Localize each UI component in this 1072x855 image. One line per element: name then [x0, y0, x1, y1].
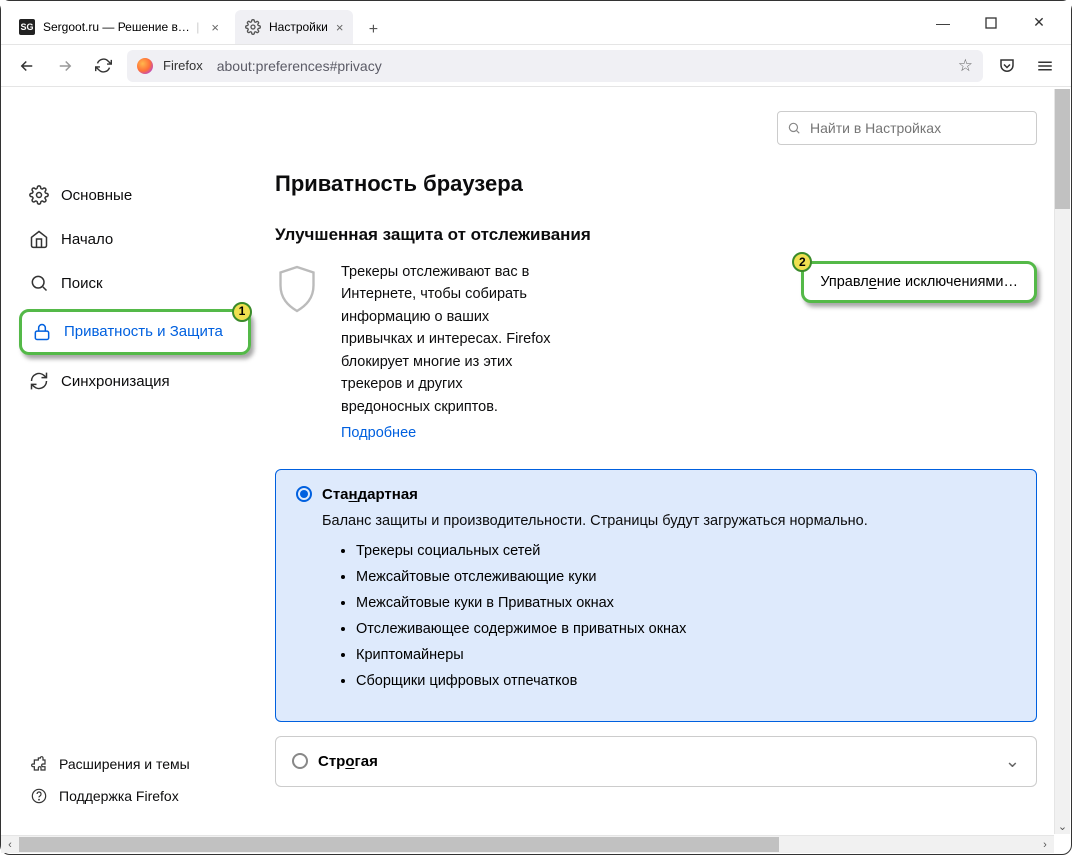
radio-standard[interactable] — [296, 486, 312, 502]
sidebar-item-search[interactable]: Поиск — [19, 265, 251, 301]
sidebar-footer: Расширения и темы Поддержка Firefox — [19, 748, 251, 836]
manage-exceptions-button[interactable]: 2 Управление исключениями… — [801, 261, 1037, 303]
shield-icon — [275, 261, 323, 315]
annotation-badge-2: 2 — [792, 252, 812, 272]
search-icon — [29, 273, 49, 293]
option-title: Стандартная — [322, 486, 418, 503]
chevron-down-icon[interactable]: ⌄ — [1005, 751, 1020, 772]
bookmark-star-icon[interactable]: ☆ — [958, 56, 973, 76]
vscroll-thumb[interactable] — [1055, 89, 1070, 209]
tracking-row: Трекеры отслеживают вас в Интернете, что… — [275, 261, 1037, 445]
tracking-more-link[interactable]: Подробнее — [341, 422, 416, 444]
new-tab-button[interactable]: + — [359, 16, 387, 44]
tab-label: Sergoot.ru — Решение ваших — [43, 20, 192, 34]
maximize-button[interactable] — [981, 13, 1001, 33]
sidebar-item-label: Поиск — [61, 275, 103, 292]
radio-strict[interactable] — [292, 753, 308, 769]
list-item: Отслеживающее содержимое в приватных окн… — [356, 621, 1016, 637]
protection-standard-option[interactable]: Стандартная Баланс защиты и производител… — [275, 469, 1037, 722]
scroll-left-arrow[interactable]: ‹ — [1, 836, 19, 853]
tabs-row: SG Sergoot.ru — Решение ваших | × Настро… — [9, 1, 933, 44]
reload-button[interactable] — [89, 52, 117, 80]
sidebar-item-label: Приватность и Защита — [64, 322, 223, 342]
app-menu-button[interactable] — [1031, 52, 1059, 80]
back-button[interactable] — [13, 52, 41, 80]
tab-close-icon[interactable]: × — [211, 20, 219, 35]
settings-sidebar: Основные Начало Поиск Приватность и Защи… — [1, 87, 251, 836]
annotation-badge-1: 1 — [232, 302, 252, 322]
window-title-bar: SG Sergoot.ru — Решение ваших | × Настро… — [1, 1, 1071, 45]
pocket-icon[interactable] — [993, 52, 1021, 80]
home-icon — [29, 229, 49, 249]
url-text: about:preferences#privacy — [217, 58, 382, 74]
tab-divider: | — [196, 20, 199, 34]
sync-icon — [29, 371, 49, 391]
sidebar-footer-label: Расширения и темы — [59, 756, 190, 772]
favicon-sergoot: SG — [19, 19, 35, 35]
settings-search-input[interactable] — [777, 111, 1037, 145]
horizontal-scrollbar[interactable]: ‹ › — [1, 835, 1054, 853]
settings-main: Приватность браузера Улучшенная защита о… — [251, 87, 1071, 836]
scroll-right-arrow[interactable]: › — [1036, 836, 1054, 853]
option-title: Строгая — [318, 753, 378, 770]
browser-tab-sergoot[interactable]: SG Sergoot.ru — Решение ваших | × — [9, 10, 229, 44]
firefox-icon — [137, 58, 153, 74]
sidebar-item-sync[interactable]: Синхронизация — [19, 363, 251, 399]
list-item: Трекеры социальных сетей — [356, 543, 1016, 559]
hscroll-thumb[interactable] — [19, 837, 779, 852]
standard-features-list: Трекеры социальных сетей Межсайтовые отс… — [356, 543, 1016, 689]
sidebar-item-label: Основные — [61, 187, 132, 204]
url-bar[interactable]: Firefox about:preferences#privacy ☆ — [127, 50, 983, 82]
identity-label: Firefox — [163, 58, 203, 73]
sidebar-item-label: Начало — [61, 231, 113, 248]
tab-label: Настройки — [269, 20, 328, 34]
sidebar-item-privacy[interactable]: Приватность и Защита 1 — [19, 309, 251, 355]
window-controls: — ✕ — [933, 13, 1063, 33]
puzzle-icon — [29, 754, 49, 774]
content-area: Основные Начало Поиск Приватность и Защи… — [1, 87, 1071, 836]
tab-close-icon[interactable]: × — [336, 20, 344, 35]
help-icon — [29, 786, 49, 806]
tracking-heading: Улучшенная защита от отслеживания — [275, 225, 1037, 245]
list-item: Сборщики цифровых отпечатков — [356, 673, 1016, 689]
gear-icon — [29, 185, 49, 205]
sidebar-support-link[interactable]: Поддержка Firefox — [19, 780, 251, 812]
gear-icon — [245, 19, 261, 35]
list-item: Криптомайнеры — [356, 647, 1016, 663]
list-item: Межсайтовые куки в Приватных окнах — [356, 595, 1016, 611]
sidebar-extensions-link[interactable]: Расширения и темы — [19, 748, 251, 780]
scroll-down-arrow[interactable]: ⌄ — [1055, 818, 1070, 834]
list-item: Межсайтовые отслеживающие куки — [356, 569, 1016, 585]
search-wrap — [275, 111, 1037, 145]
sidebar-footer-label: Поддержка Firefox — [59, 788, 179, 804]
tracking-description: Трекеры отслеживают вас в Интернете, что… — [341, 261, 553, 445]
sidebar-item-home[interactable]: Начало — [19, 221, 251, 257]
option-description: Баланс защиты и производительности. Стра… — [322, 513, 1016, 529]
close-button[interactable]: ✕ — [1029, 13, 1049, 33]
minimize-button[interactable]: — — [933, 13, 953, 33]
sidebar-item-label: Синхронизация — [61, 373, 170, 390]
page-title: Приватность браузера — [275, 171, 1037, 197]
vertical-scrollbar[interactable]: ⌄ — [1054, 89, 1070, 834]
sidebar-item-general[interactable]: Основные — [19, 177, 251, 213]
search-icon — [787, 121, 801, 135]
navigation-bar: Firefox about:preferences#privacy ☆ — [1, 45, 1071, 87]
browser-tab-settings[interactable]: Настройки × — [235, 10, 353, 44]
forward-button[interactable] — [51, 52, 79, 80]
lock-icon — [32, 322, 52, 342]
protection-strict-option[interactable]: Строгая ⌄ — [275, 736, 1037, 787]
exceptions-label: Управление исключениями… — [820, 274, 1018, 290]
